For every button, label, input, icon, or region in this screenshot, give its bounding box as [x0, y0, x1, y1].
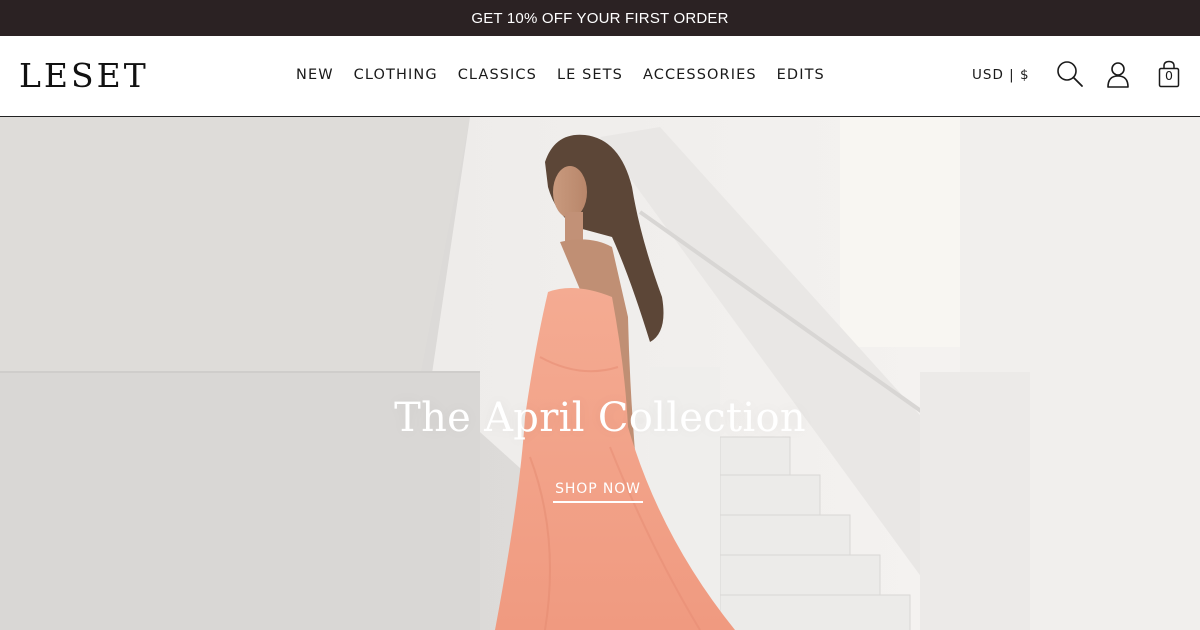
promo-text[interactable]: GET 10% OFF YOUR FIRST ORDER [471, 10, 728, 27]
currency-selector[interactable]: USD | $ [972, 67, 1030, 83]
hero-banner[interactable]: The April Collection SHOP NOW [0, 117, 1200, 630]
nav-item-accessories[interactable]: ACCESSORIES [643, 67, 757, 83]
nav-item-clothing[interactable]: CLOTHING [354, 67, 438, 83]
account-button[interactable] [1105, 61, 1131, 89]
cart-count: 0 [1165, 68, 1173, 83]
promo-bar[interactable]: GET 10% OFF YOUR FIRST ORDER [0, 0, 1200, 36]
account-icon [1107, 62, 1129, 88]
site-header: LESET NEW CLOTHING CLASSICS LE SETS ACCE… [0, 36, 1200, 117]
brand-logo[interactable]: LESET [19, 56, 149, 95]
hero-image [0, 117, 1200, 630]
nav-item-edits[interactable]: EDITS [777, 67, 825, 83]
hero-title: The April Collection [394, 395, 806, 441]
nav-item-le-sets[interactable]: LE SETS [557, 67, 623, 83]
search-button[interactable] [1056, 60, 1084, 88]
main-nav: NEW CLOTHING CLASSICS LE SETS ACCESSORIE… [296, 67, 845, 83]
search-icon [1057, 61, 1083, 87]
nav-item-classics[interactable]: CLASSICS [458, 67, 537, 83]
nav-item-new[interactable]: NEW [296, 67, 334, 83]
cart-button[interactable]: 0 [1156, 60, 1182, 90]
shop-now-link[interactable]: SHOP NOW [553, 481, 643, 503]
